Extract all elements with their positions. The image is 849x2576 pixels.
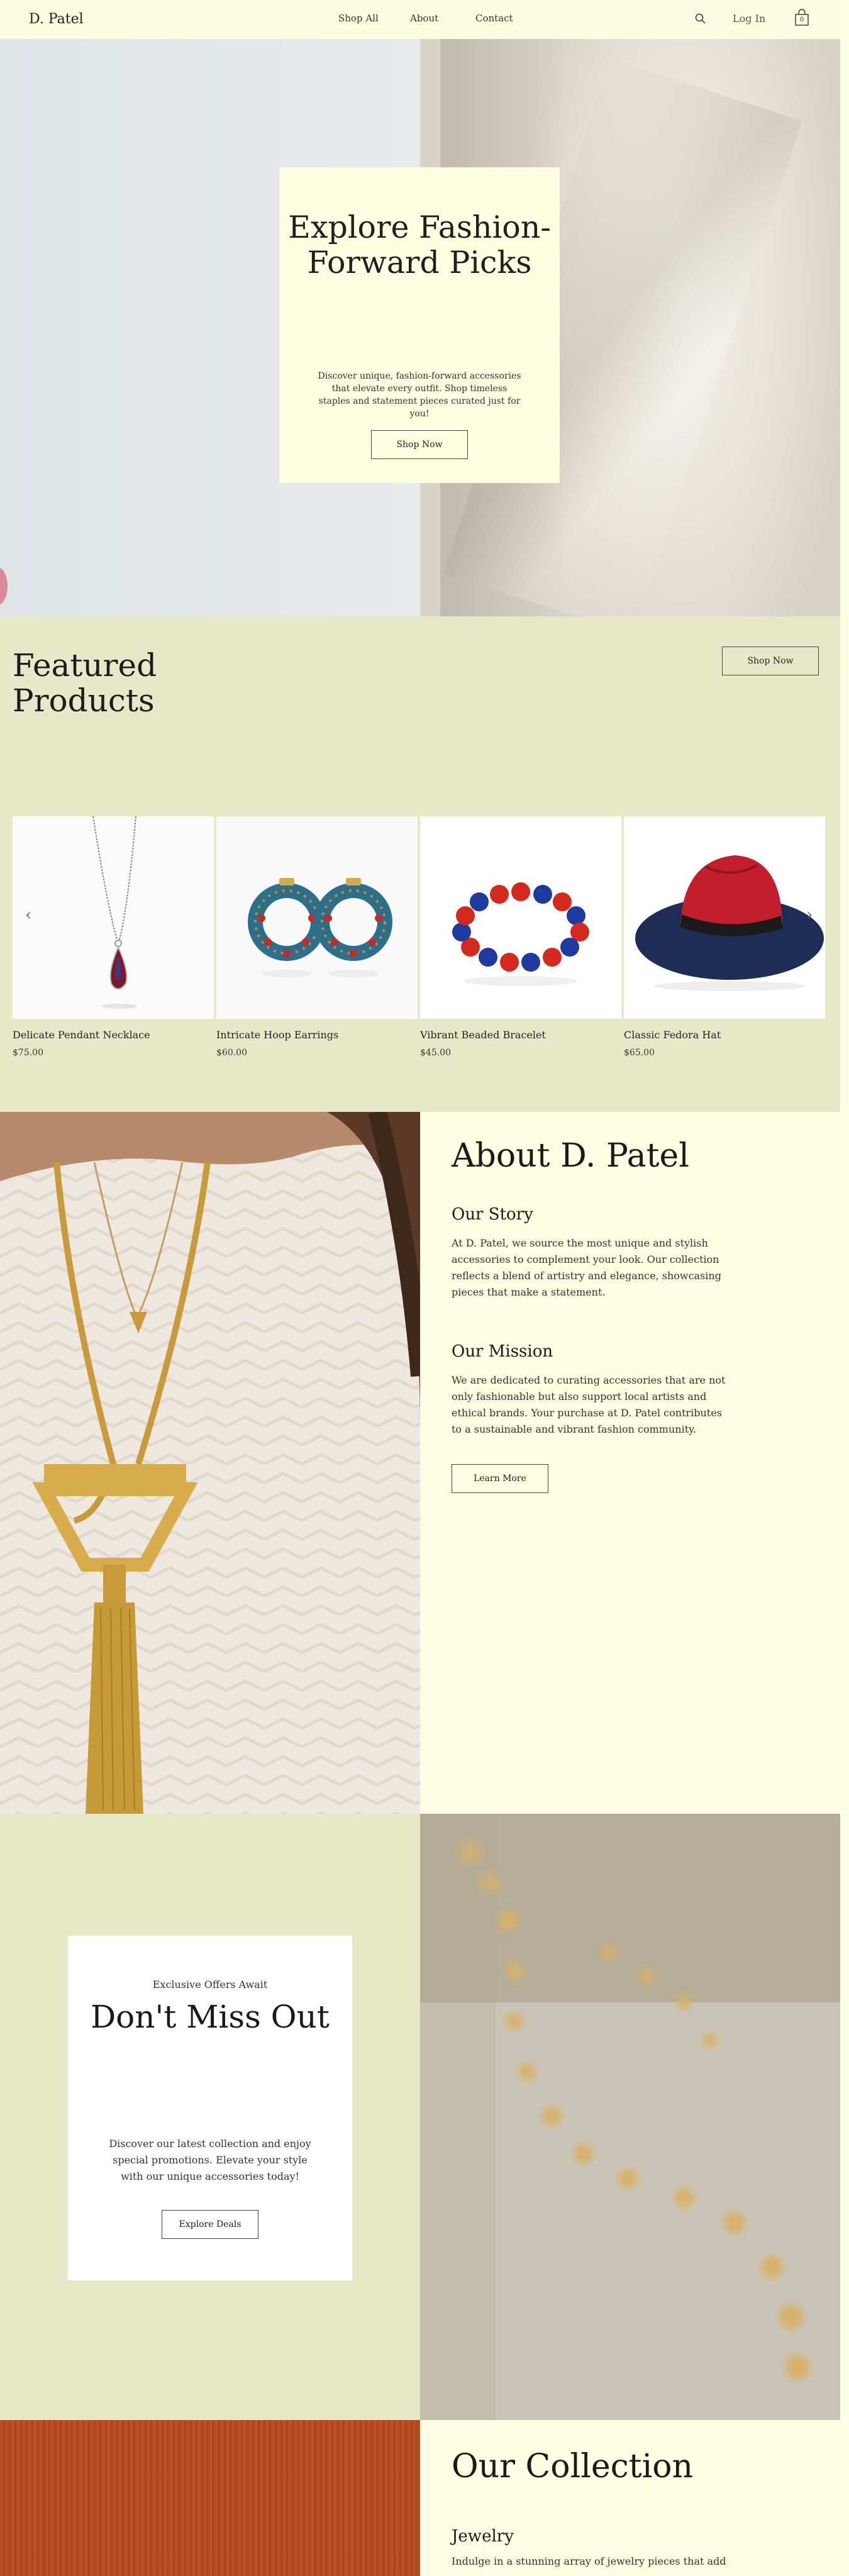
product-name-earrings[interactable]: Intricate Hoop Earrings <box>216 1029 338 1041</box>
our-mission-heading: Our Mission <box>452 1342 553 1361</box>
nav-link-shop-all[interactable]: Shop All <box>338 13 379 24</box>
deals-image <box>420 1814 840 2420</box>
hero-shop-now-button[interactable]: Shop Now <box>371 430 468 459</box>
cart-button[interactable]: 0 <box>794 8 809 27</box>
carousel-next-arrow[interactable]: › <box>806 906 813 924</box>
product-card-necklace[interactable] <box>13 816 214 1019</box>
featured-shop-now-button[interactable]: Shop Now <box>722 647 819 675</box>
product-name-necklace[interactable]: Delicate Pendant Necklace <box>13 1029 150 1041</box>
about-image <box>0 1112 420 1814</box>
search-icon[interactable] <box>694 13 707 25</box>
product-price-hat: $65.00 <box>624 1048 655 1058</box>
site-logo[interactable]: D. Patel <box>29 11 84 27</box>
about-title: About D. Patel <box>452 1137 689 1175</box>
site-header: D. Patel Shop All About Contact Log In 0 <box>0 0 840 39</box>
product-card-earrings[interactable] <box>216 816 418 1019</box>
nav-label-shop-all: Shop All <box>338 13 379 24</box>
deals-title: Don't Miss Out <box>91 1999 330 2035</box>
hat-image <box>624 816 825 1019</box>
learn-more-button[interactable]: Learn More <box>452 1464 548 1493</box>
login-link[interactable]: Log In <box>733 13 765 25</box>
nav-label-contact: Contact <box>475 13 513 24</box>
carousel-prev-arrow[interactable]: ‹ <box>25 906 31 924</box>
product-name-hat[interactable]: Classic Fedora Hat <box>624 1029 721 1041</box>
hero-section: Explore Fashion-Forward Picks Discover u… <box>0 39 840 616</box>
product-card-hat[interactable] <box>624 816 825 1019</box>
collection-image <box>0 2420 420 2576</box>
bracelet-image <box>420 816 621 1019</box>
hero-title: Explore Fashion-Forward Picks <box>288 209 551 280</box>
product-card-bracelet[interactable] <box>420 816 621 1019</box>
featured-title: Featured Products <box>13 647 157 719</box>
product-price-bracelet: $45.00 <box>420 1048 451 1058</box>
hero-card: Explore Fashion-Forward Picks Discover u… <box>279 167 560 483</box>
nav-link-about[interactable]: About <box>410 13 438 24</box>
our-story-heading: Our Story <box>452 1205 533 1224</box>
jewelry-text: Indulge in a stunning array of jewelry p… <box>452 2555 726 2567</box>
deals-section: Exclusive Offers Await Don't Miss Out Di… <box>0 1814 840 2420</box>
jewelry-heading: Jewelry <box>452 2527 514 2546</box>
about-section: About D. Patel Our Story At D. Patel, we… <box>0 1112 840 1814</box>
collection-section: Our Collection Jewelry Indulge in a stun… <box>0 2420 840 2576</box>
deals-kicker: Exclusive Offers Await <box>152 1979 268 1990</box>
nav-label-about: About <box>410 13 439 24</box>
our-story-text: At D. Patel, we source the most unique a… <box>452 1237 721 1298</box>
featured-products-section: Featured Products Shop Now Delicate Pend… <box>0 616 840 1112</box>
deals-description: Discover our latest collection and enjoy… <box>109 2138 311 2182</box>
deals-card: Exclusive Offers Await Don't Miss Out Di… <box>68 1936 352 2280</box>
product-name-bracelet[interactable]: Vibrant Beaded Bracelet <box>420 1029 546 1041</box>
cart-count: 0 <box>799 16 804 23</box>
nav-link-contact[interactable]: Contact <box>475 13 513 24</box>
necklace-image <box>13 816 214 1019</box>
our-mission-text: We are dedicated to curating accessories… <box>452 1374 726 1435</box>
explore-deals-button[interactable]: Explore Deals <box>162 2210 258 2239</box>
product-price-necklace: $75.00 <box>13 1048 43 1058</box>
collection-title: Our Collection <box>452 2448 694 2485</box>
product-price-earrings: $60.00 <box>216 1048 247 1058</box>
hero-description: Discover unique, fashion-forward accesso… <box>318 371 521 419</box>
earrings-image <box>216 816 418 1019</box>
